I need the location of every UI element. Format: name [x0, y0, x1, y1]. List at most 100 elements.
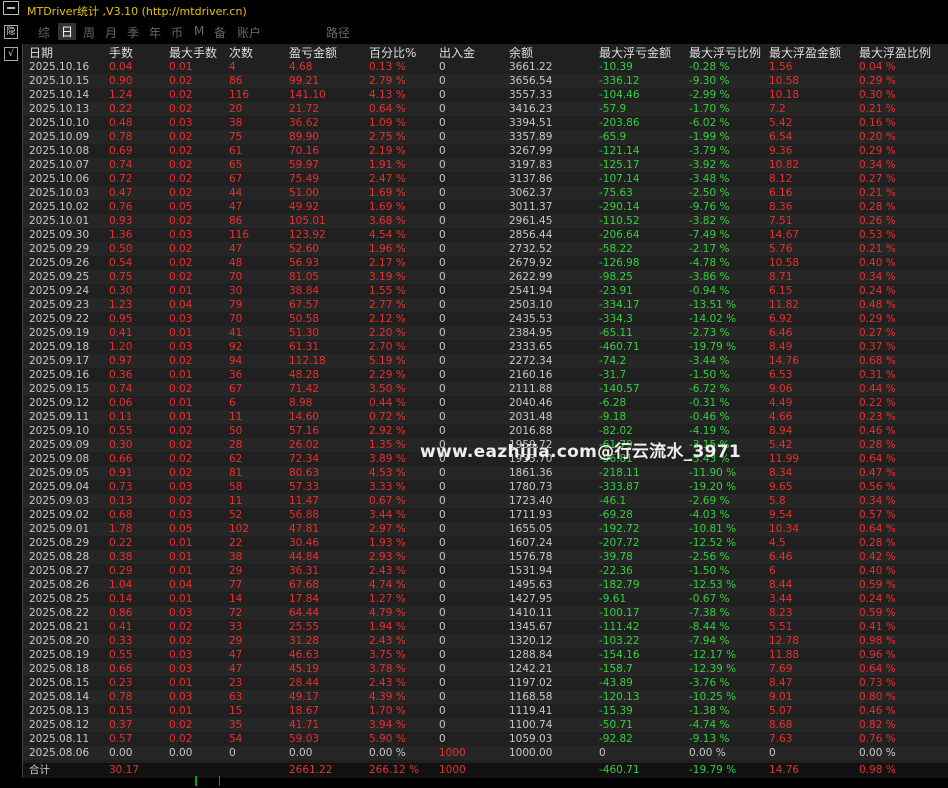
- table-cell: -3.48 %: [689, 173, 730, 185]
- tab-path[interactable]: 路径: [326, 24, 350, 41]
- table-row[interactable]: 2025.09.11 0.11 0.01 11 14.60 0.72 % 0 2031.48 -…: [23, 410, 948, 424]
- column-header[interactable]: 最大浮盈金额: [769, 44, 841, 61]
- table-cell: 2025.09.29: [29, 243, 90, 255]
- tab-currency[interactable]: 币: [171, 24, 183, 41]
- column-header[interactable]: 手数: [109, 44, 133, 61]
- table-row[interactable]: 2025.08.25 0.14 0.01 14 17.84 1.27 % 0 1427.95 -…: [23, 592, 948, 606]
- column-header[interactable]: 日期: [29, 44, 53, 61]
- table-row[interactable]: 2025.09.15 0.74 0.02 67 71.42 3.50 % 0 2111.88 -…: [23, 382, 948, 396]
- column-header[interactable]: 出入金: [439, 44, 475, 61]
- table-cell: 0.29 %: [859, 313, 896, 325]
- table-cell: 0.34 %: [859, 159, 896, 171]
- table-row[interactable]: 2025.10.08 0.69 0.02 61 70.16 2.19 % 0 3267.99 -…: [23, 144, 948, 158]
- table-row[interactable]: 2025.09.02 0.68 0.03 52 56.88 3.44 % 0 1711.93 -…: [23, 508, 948, 522]
- table-row[interactable]: 2025.08.29 0.22 0.01 22 30.46 1.93 % 0 1607.24 -…: [23, 536, 948, 550]
- table-row[interactable]: 2025.09.17 0.97 0.02 94 112.18 5.19 % 0 2272.34…: [23, 354, 948, 368]
- table-row[interactable]: 2025.09.01 1.78 0.05 102 47.81 2.97 % 0 1655.05…: [23, 522, 948, 536]
- table-cell: 0.96 %: [859, 649, 896, 661]
- table-row[interactable]: 2025.10.02 0.76 0.05 47 49.92 1.69 % 0 3011.37 -…: [23, 200, 948, 214]
- table-cell: 0.34 %: [859, 495, 896, 507]
- table-row[interactable]: 2025.10.15 0.90 0.02 86 99.21 2.79 % 0 3656.54 -…: [23, 74, 948, 88]
- table-row[interactable]: 2025.09.16 0.36 0.01 36 48.28 2.29 % 0 2160.16 -…: [23, 368, 948, 382]
- table-row[interactable]: 2025.10.09 0.78 0.02 75 89.90 2.75 % 0 3357.89 -…: [23, 130, 948, 144]
- table-cell: -207.72: [599, 537, 640, 549]
- table-cell: 0.02: [169, 733, 193, 745]
- tab-quarterly[interactable]: 季: [127, 24, 139, 41]
- table-row[interactable]: 2025.08.22 0.86 0.03 72 64.44 4.79 % 0 1410.11 -…: [23, 606, 948, 620]
- table-row[interactable]: 2025.08.14 0.78 0.03 63 49.17 4.39 % 0 1168.58 -…: [23, 690, 948, 704]
- table-row[interactable]: 2025.09.23 1.23 0.04 79 67.57 2.77 % 0 2503.10 -…: [23, 298, 948, 312]
- table-row[interactable]: 2025.10.14 1.24 0.02 116 141.10 4.13 % 0 3557.3…: [23, 88, 948, 102]
- tab-notes[interactable]: 备: [214, 24, 226, 41]
- table-cell: 0.03: [169, 607, 193, 619]
- table-row[interactable]: 2025.09.10 0.55 0.02 50 57.16 2.92 % 0 2016.88 -…: [23, 424, 948, 438]
- table-row[interactable]: 2025.09.12 0.06 0.01 6 8.98 0.44 % 0 2040.46 -6.…: [23, 396, 948, 410]
- table-row[interactable]: 2025.09.03 0.13 0.02 11 11.47 0.67 % 0 1723.40 -…: [23, 494, 948, 508]
- hide-button[interactable]: 隐: [4, 25, 18, 39]
- table-row[interactable]: 2025.09.29 0.50 0.02 47 52.60 1.96 % 0 2732.52 -…: [23, 242, 948, 256]
- column-header[interactable]: 盈亏金额: [289, 44, 337, 61]
- window-menu-icon[interactable]: [3, 1, 19, 15]
- check-button[interactable]: √: [4, 47, 18, 61]
- table-row[interactable]: 2025.08.20 0.33 0.02 29 31.28 2.43 % 0 1320.12 -…: [23, 634, 948, 648]
- column-header[interactable]: 最大浮盈比例: [859, 44, 931, 61]
- table-cell: 0: [439, 425, 446, 437]
- tab-monthly[interactable]: 月: [105, 24, 117, 41]
- table-row[interactable]: 2025.08.28 0.38 0.01 38 44.84 2.93 % 0 1576.78 -…: [23, 550, 948, 564]
- table-row[interactable]: 2025.08.06 0.00 0.00 0 0.00 0.00 % 1000 1000.00…: [23, 746, 948, 760]
- table-cell: 2.93 %: [369, 551, 406, 563]
- tab-daily[interactable]: 日: [58, 23, 77, 40]
- table-row[interactable]: 2025.08.15 0.23 0.01 23 28.44 2.43 % 0 1197.02 -…: [23, 676, 948, 690]
- table-row[interactable]: 2025.10.01 0.93 0.02 86 105.01 3.68 % 0 2961.45…: [23, 214, 948, 228]
- table-cell: 0.31 %: [859, 369, 896, 381]
- tab-yearly[interactable]: 年: [149, 24, 161, 41]
- table-cell: -121.14: [599, 145, 640, 157]
- table-row[interactable]: 2025.10.03 0.47 0.02 44 51.00 1.69 % 0 3062.37 -…: [23, 186, 948, 200]
- table-row[interactable]: 2025.08.11 0.57 0.02 54 59.03 5.90 % 0 1059.03 -…: [23, 732, 948, 746]
- column-header[interactable]: 次数: [229, 44, 253, 61]
- table-cell: 6.54: [769, 131, 793, 143]
- table-cell: 0.03: [169, 663, 193, 675]
- table-row[interactable]: 2025.10.16 0.04 0.01 4 4.68 0.13 % 0 3661.22 -10…: [23, 60, 948, 74]
- table-cell: 0.68 %: [859, 355, 896, 367]
- tab-weekly[interactable]: 周: [83, 24, 95, 41]
- table-row[interactable]: 2025.09.24 0.30 0.01 30 38.84 1.55 % 0 2541.94 -…: [23, 284, 948, 298]
- column-header[interactable]: 最大手数: [169, 44, 217, 61]
- table-row[interactable]: 2025.09.19 0.41 0.01 41 51.30 2.20 % 0 2384.95 -…: [23, 326, 948, 340]
- table-cell: 2025.09.05: [29, 467, 90, 479]
- table-row[interactable]: 2025.08.13 0.15 0.01 15 18.67 1.70 % 0 1119.41 -…: [23, 704, 948, 718]
- table-row[interactable]: 2025.09.18 1.20 0.03 92 61.31 2.70 % 0 2333.65 -…: [23, 340, 948, 354]
- table-cell: 0: [439, 607, 446, 619]
- table-cell: 0.50: [109, 243, 133, 255]
- table-row[interactable]: 2025.10.10 0.48 0.03 38 36.62 1.09 % 0 3394.51 -…: [23, 116, 948, 130]
- table-row[interactable]: 2025.08.12 0.37 0.02 35 41.71 3.94 % 0 1100.74 -…: [23, 718, 948, 732]
- table-row[interactable]: 2025.09.25 0.75 0.02 70 81.05 3.19 % 0 2622.99 -…: [23, 270, 948, 284]
- table-row[interactable]: 2025.09.30 1.36 0.03 116 123.92 4.54 % 0 2856.4…: [23, 228, 948, 242]
- table-row[interactable]: 2025.10.06 0.72 0.02 67 75.49 2.47 % 0 3137.86 -…: [23, 172, 948, 186]
- column-header[interactable]: 最大浮亏比例: [689, 44, 761, 61]
- tab-account[interactable]: 账户: [237, 24, 261, 41]
- table-cell: 0.15: [109, 705, 133, 717]
- table-row[interactable]: 2025.10.13 0.22 0.02 20 21.72 0.64 % 0 3416.23 -…: [23, 102, 948, 116]
- table-row[interactable]: 2025.09.26 0.54 0.02 48 56.93 2.17 % 0 2679.92 -…: [23, 256, 948, 270]
- table-row[interactable]: 2025.10.07 0.74 0.02 65 59.97 1.91 % 0 3197.83 -…: [23, 158, 948, 172]
- column-header[interactable]: 余额: [509, 44, 533, 61]
- tab-m[interactable]: M: [194, 24, 204, 38]
- tab-summary[interactable]: 综: [38, 24, 50, 41]
- table-cell: -192.72: [599, 523, 640, 535]
- table-cell: 20: [229, 103, 243, 115]
- table-row[interactable]: 2025.08.19 0.55 0.03 47 46.63 3.75 % 0 1288.84 -…: [23, 648, 948, 662]
- table-row[interactable]: 2025.09.04 0.73 0.03 58 57.33 3.33 % 0 1780.73 -…: [23, 480, 948, 494]
- column-header[interactable]: 最大浮亏金额: [599, 44, 671, 61]
- table-cell: -31.7: [599, 369, 627, 381]
- table-row[interactable]: 2025.09.22 0.95 0.03 70 50.58 2.12 % 0 2435.53 -…: [23, 312, 948, 326]
- column-header[interactable]: 百分比%: [369, 44, 416, 61]
- horizontal-scrollbar[interactable]: [22, 778, 948, 788]
- table-cell: -19.20 %: [689, 481, 737, 493]
- table-row[interactable]: 2025.08.27 0.29 0.01 29 36.31 2.43 % 0 1531.94 -…: [23, 564, 948, 578]
- table-row[interactable]: 2025.08.21 0.41 0.02 33 25.55 1.94 % 0 1345.67 -…: [23, 620, 948, 634]
- table-row[interactable]: 2025.09.05 0.91 0.02 81 80.63 4.53 % 0 1861.36 -…: [23, 466, 948, 480]
- table-row[interactable]: 2025.08.26 1.04 0.04 77 67.68 4.74 % 0 1495.63 -…: [23, 578, 948, 592]
- table-row[interactable]: 2025.08.18 0.66 0.03 47 45.19 3.78 % 0 1242.21 -…: [23, 662, 948, 676]
- table-cell: -74.2: [599, 355, 627, 367]
